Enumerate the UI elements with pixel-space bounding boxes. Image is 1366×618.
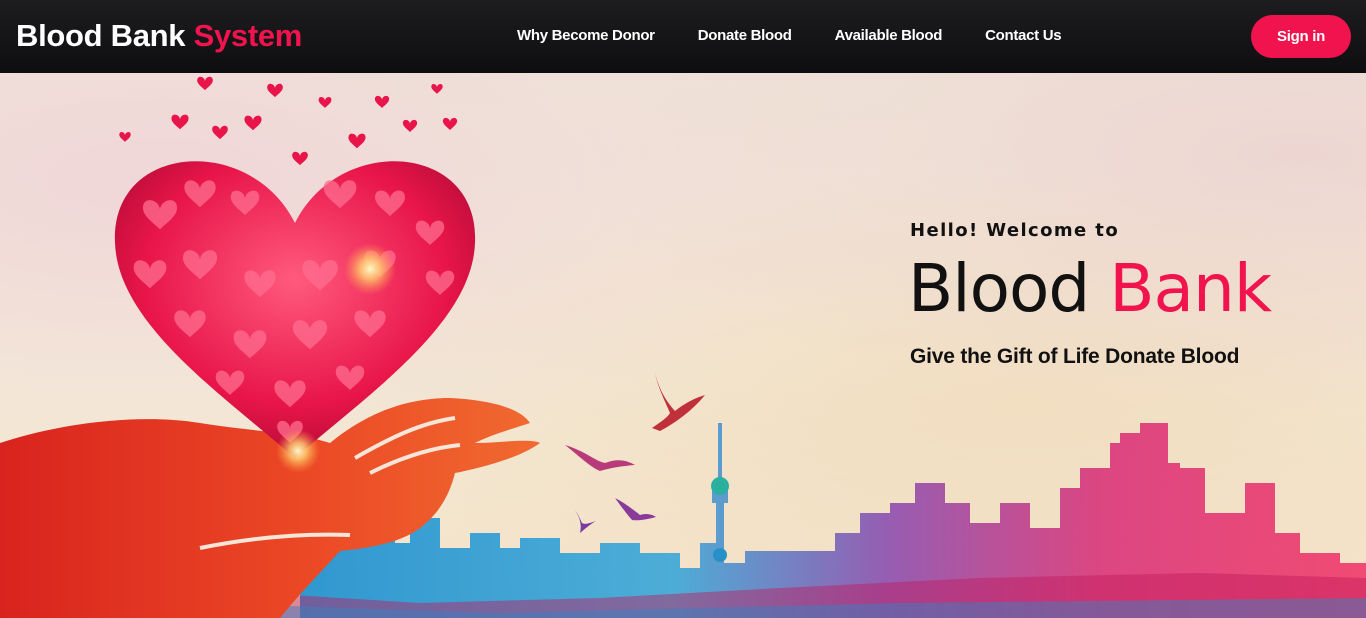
hero-banner: Hello! Welcome to Blood Bank Give the Gi… <box>0 73 1366 618</box>
nav-link-donate-blood[interactable]: Donate Blood <box>698 26 792 46</box>
hero-tagline: Give the Gift of Life Donate Blood <box>910 345 1240 368</box>
brand-text-primary: Blood Bank <box>16 18 186 53</box>
brand-text-accent: System <box>193 18 303 53</box>
brand-logo[interactable]: Blood Bank System <box>16 16 302 56</box>
nav-link-contact-us[interactable]: Contact Us <box>985 26 1061 46</box>
navbar: Blood Bank System Why Become Donor Donat… <box>0 0 1366 73</box>
hero-welcome-text: Hello! Welcome to <box>910 220 1120 241</box>
nav-links: Why Become Donor Donate Blood Available … <box>517 26 1062 46</box>
sign-in-button[interactable]: Sign in <box>1251 15 1351 58</box>
birds-illustration <box>565 373 705 533</box>
nav-link-why-become-donor[interactable]: Why Become Donor <box>517 26 655 46</box>
hero-title-primary: Blood <box>908 250 1090 327</box>
hero-title: Blood Bank <box>908 249 1272 329</box>
nav-link-available-blood[interactable]: Available Blood <box>835 26 943 46</box>
hero-title-accent: Bank <box>1109 250 1272 327</box>
